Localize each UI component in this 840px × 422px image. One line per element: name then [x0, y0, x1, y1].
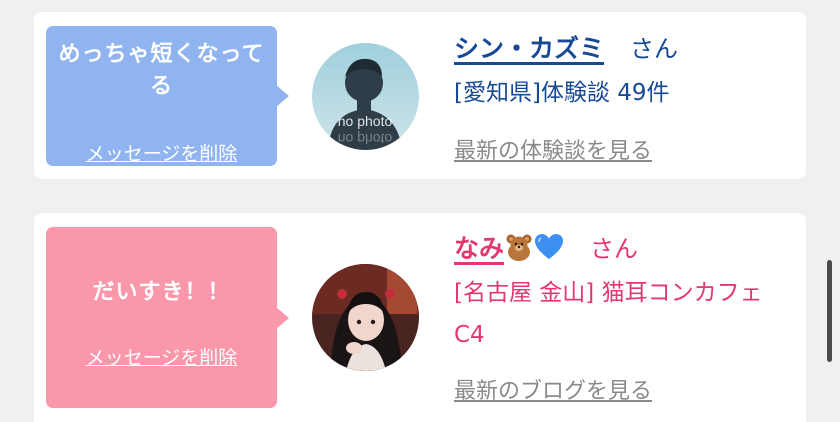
user-info: [名古屋 金山] 猫耳コンカフェ C4	[454, 280, 763, 348]
no-photo-avatar-icon: no photo no photo	[312, 43, 419, 150]
profile-photo	[312, 264, 419, 371]
delete-message-link[interactable]: メッセージを削除	[46, 139, 277, 166]
message-card: だいすき！！ メッセージを削除 なみ さん [名古屋 金山] 猫耳コンカフェ C4…	[34, 213, 806, 422]
svg-text:no photo: no photo	[338, 131, 393, 147]
avatar[interactable]	[312, 264, 419, 371]
user-name-text: なみ	[454, 234, 505, 263]
blue-heart-icon	[534, 233, 564, 267]
user-name-row: なみ さん	[454, 229, 638, 267]
bubble-message-text: だいすき！！	[92, 280, 231, 305]
honorific: さん	[590, 235, 639, 263]
teddy-bear-icon	[504, 233, 534, 267]
user-name-link[interactable]: なみ	[454, 234, 564, 263]
avatar[interactable]: no photo no photo	[312, 43, 419, 150]
latest-reviews-link[interactable]: 最新の体験談を見る	[454, 133, 652, 165]
user-name-row: シン・カズミ さん	[454, 29, 678, 65]
message-bubble: めっちゃ短くなってる メッセージを削除	[46, 26, 289, 166]
message-bubble: だいすき！！ メッセージを削除	[46, 227, 289, 408]
no-photo-caption: no photo	[338, 113, 393, 129]
user-info: [愛知県]体験談 49件	[454, 80, 670, 106]
bubble-message-text: めっちゃ短くなってる	[58, 42, 265, 99]
latest-blog-link[interactable]: 最新のブログを見る	[454, 373, 652, 405]
user-name-link[interactable]: シン・カズミ	[454, 34, 604, 63]
honorific: さん	[630, 35, 679, 63]
scrollbar[interactable]	[827, 260, 832, 362]
message-card: めっちゃ短くなってる メッセージを削除 no photo no photo シン…	[34, 12, 806, 179]
delete-message-link[interactable]: メッセージを削除	[46, 343, 277, 370]
